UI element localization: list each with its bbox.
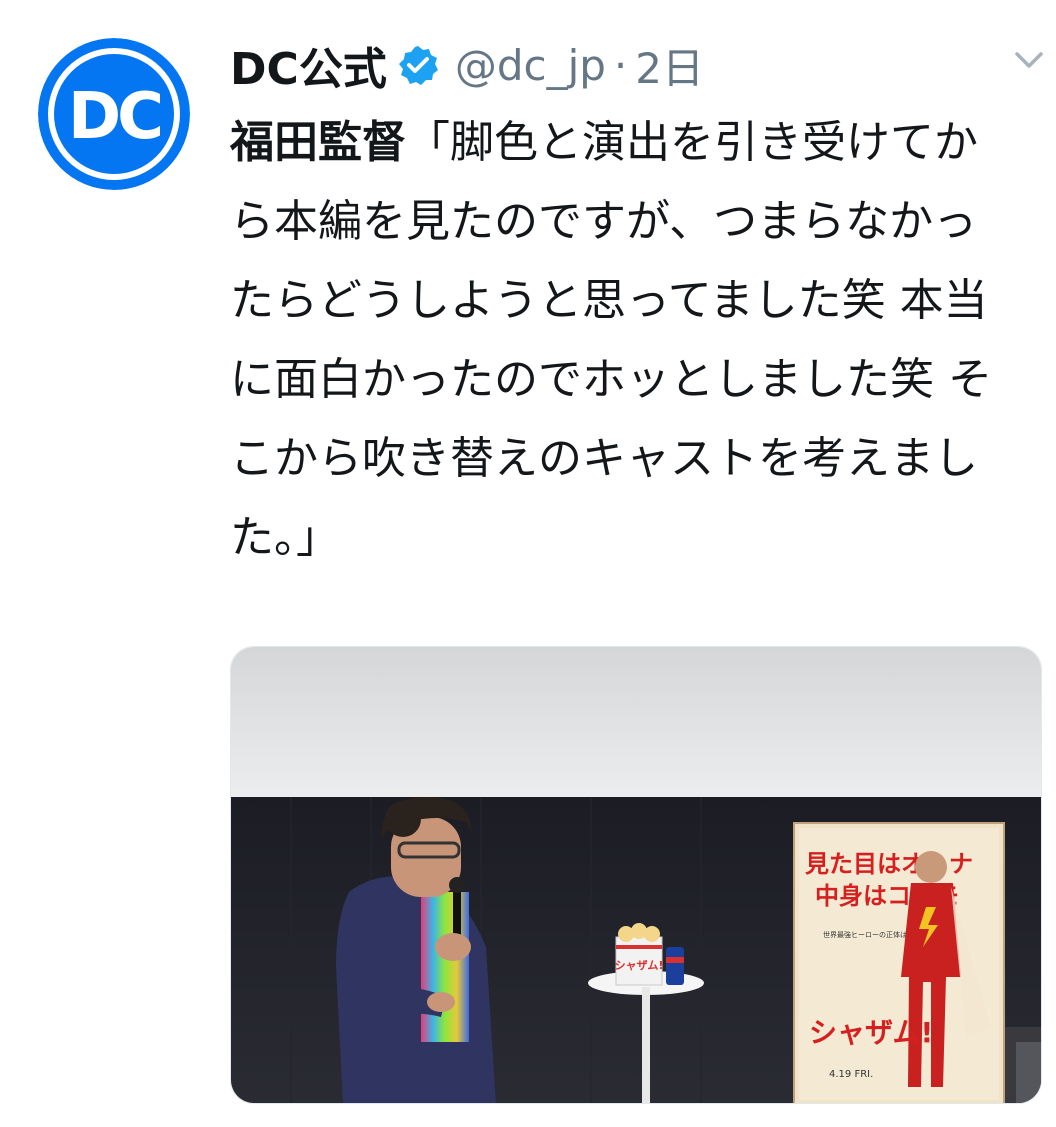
poster-line1: 見た目はオトナ [805,850,973,878]
author-name[interactable]: DC公式 [230,33,387,97]
tweet-timestamp[interactable]: 2日 [635,35,704,96]
author-handle[interactable]: @dc_jp [455,41,606,90]
separator-dot: · [613,40,628,90]
avatar[interactable]: DC [38,38,190,190]
poster-title: シャザム! [809,1016,933,1049]
cup-label: シャザム! [615,959,664,972]
verified-badge-icon [397,44,439,86]
tweet-text-body: 「脚色と演出を引き受けてから本編を見たのですが、つまらなかったらどうしようと思っ… [230,117,992,563]
tweet-text: 福田監督「脚色と演出を引き受けてから本編を見たのですが、つまらなかったらどうしよ… [230,103,1020,577]
tweet-photo[interactable]: シャザム! 見た目はオトナ 中身はコドモ 世界最強ヒーローの正体は学校かよ。 シ… [230,646,1042,1104]
tweet-header: DC公式 @dc_jp · 2日 [230,30,704,100]
tweet-text-bold: 福田監督 [230,117,406,168]
chevron-down-icon[interactable] [1008,42,1050,76]
poster-date: 4.19 FRI. [829,1069,873,1080]
shazam-poster: 見た目はオトナ 中身はコドモ 世界最強ヒーローの正体は学校かよ。 シャザム! 4… [793,822,1005,1103]
dc-logo-text: DC [68,80,160,154]
